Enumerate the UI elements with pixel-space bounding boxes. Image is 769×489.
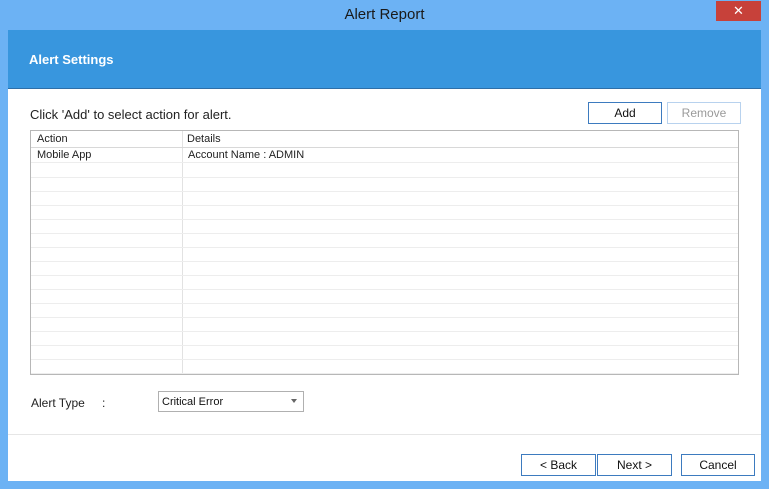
banner: Alert Settings <box>8 30 761 89</box>
next-button[interactable]: Next > <box>597 454 672 476</box>
alert-type-colon: : <box>102 396 106 410</box>
alert-type-select[interactable]: Critical Error <box>158 391 304 412</box>
column-header-action[interactable]: Action <box>37 133 68 145</box>
empty-row <box>31 275 738 290</box>
alert-report-window: Alert Report ✕ Alert Settings Click 'Add… <box>0 0 769 489</box>
back-button[interactable]: < Back <box>521 454 596 476</box>
empty-row <box>31 233 738 248</box>
remove-button[interactable]: Remove <box>667 102 741 124</box>
content-panel: Click 'Add' to select action for alert. … <box>8 89 761 481</box>
footer-divider <box>8 434 761 435</box>
cell-details: Account Name : ADMIN <box>188 149 305 161</box>
empty-row <box>31 191 738 206</box>
cancel-button[interactable]: Cancel <box>681 454 755 476</box>
grid-header: Action Details <box>31 131 738 148</box>
instruction-text: Click 'Add' to select action for alert. <box>30 107 232 122</box>
banner-title: Alert Settings <box>29 52 114 67</box>
empty-row <box>31 345 738 360</box>
alert-type-value: Critical Error <box>162 396 224 408</box>
cell-action: Mobile App <box>37 149 92 161</box>
close-button[interactable]: ✕ <box>716 1 761 21</box>
title-bar: Alert Report ✕ <box>0 0 769 30</box>
empty-row <box>31 247 738 262</box>
add-button[interactable]: Add <box>588 102 662 124</box>
empty-row <box>31 331 738 346</box>
close-icon: ✕ <box>733 3 744 18</box>
window-title: Alert Report <box>344 6 425 23</box>
empty-row <box>31 219 738 234</box>
empty-row <box>31 289 738 304</box>
column-header-details[interactable]: Details <box>187 133 221 145</box>
empty-row <box>31 317 738 332</box>
alert-type-label: Alert Type <box>31 396 85 410</box>
empty-row <box>31 261 738 276</box>
empty-row <box>31 163 738 178</box>
empty-row <box>31 177 738 192</box>
empty-row <box>31 303 738 318</box>
chevron-down-icon <box>291 399 297 403</box>
empty-row <box>31 205 738 220</box>
actions-grid[interactable]: Action Details Mobile App Account Name :… <box>30 130 739 375</box>
table-row[interactable]: Mobile App Account Name : ADMIN <box>31 148 738 163</box>
empty-row <box>31 359 738 374</box>
